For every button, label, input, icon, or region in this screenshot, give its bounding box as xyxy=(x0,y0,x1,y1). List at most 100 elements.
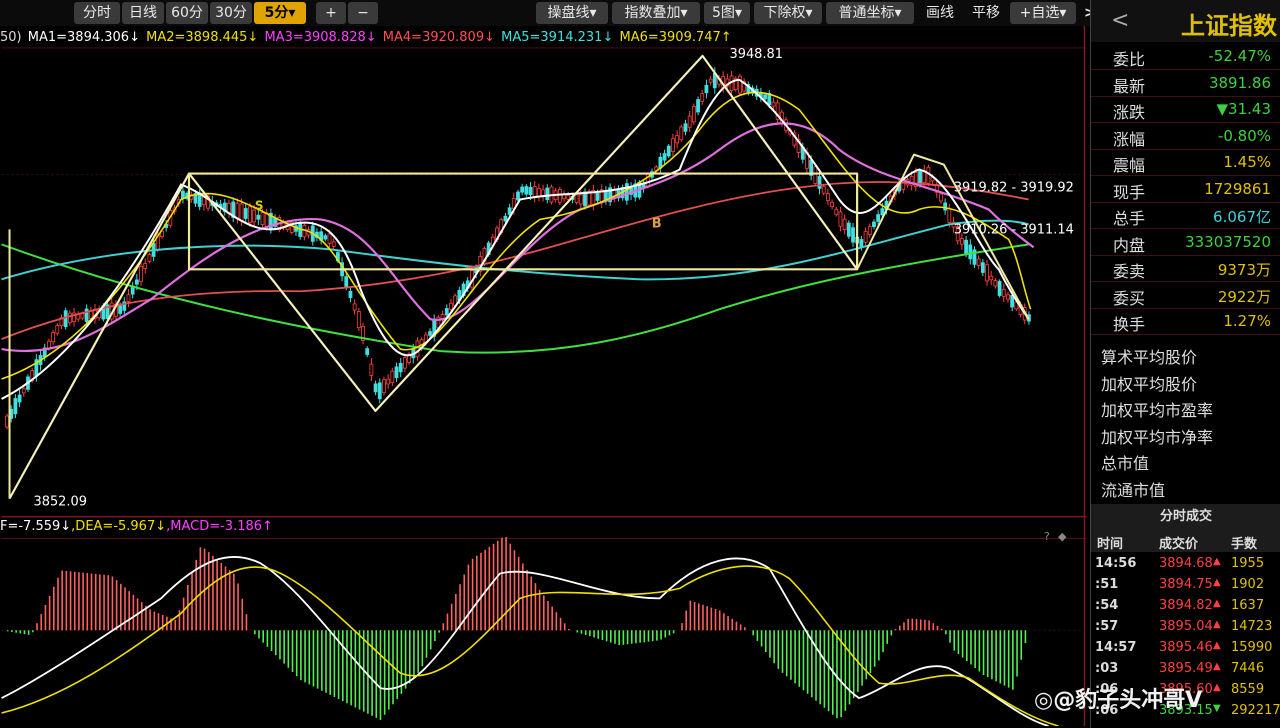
tick-time: 14:57 xyxy=(1095,640,1137,655)
candle-body xyxy=(67,312,72,324)
quote-label: 委买 xyxy=(1113,288,1146,308)
info-item: 总市值 xyxy=(1101,454,1150,473)
quote-label: 委比 xyxy=(1113,50,1146,69)
add-watchlist-label: +自选 xyxy=(1019,5,1060,21)
draw-line-button[interactable]: 画线 xyxy=(918,2,962,24)
tab-intraday[interactable]: 分时 xyxy=(74,2,120,24)
tick-row: :57 3895.04 ▲ 14723 xyxy=(1091,617,1280,638)
tick-row: :54 3894.82 ▲ 1637 xyxy=(1091,596,1280,617)
quote-label: 换手 xyxy=(1113,315,1146,334)
candle-body xyxy=(181,190,185,199)
tick-row: 14:57 3895.46 ▲ 15990 xyxy=(1091,638,1280,659)
candle-body xyxy=(80,313,85,319)
tick-volume: 1902 xyxy=(1231,577,1265,592)
tick-row: :03 3895.49 ▲ 7446 xyxy=(1091,659,1280,680)
candle-body xyxy=(118,305,123,314)
candle-body xyxy=(578,194,583,205)
five-charts-label: 5图 xyxy=(712,5,735,21)
candle-body xyxy=(947,208,952,223)
candle-body xyxy=(989,275,994,281)
candle-body xyxy=(985,264,989,282)
candle-body xyxy=(356,311,361,329)
candle-body xyxy=(867,226,872,235)
macd-dea-line xyxy=(1,565,1059,726)
info-item: 加权平均股价 xyxy=(1101,374,1198,394)
candle-body xyxy=(126,294,131,302)
candle-body xyxy=(398,362,403,373)
ex-rights-button[interactable]: 下除权▾ xyxy=(754,2,822,24)
candle-body xyxy=(1010,294,1015,308)
macd-dif-line xyxy=(1,556,1049,726)
tick-time: :51 xyxy=(1095,577,1119,592)
quote-label: 内盘 xyxy=(1113,235,1146,255)
candle-body xyxy=(1001,288,1006,297)
quote-value: -0.80% xyxy=(1217,126,1271,145)
kline-chart[interactable]: 3948.81 3852.09 3919.82 - 3919.92 3910.2… xyxy=(0,26,1088,726)
candle-body xyxy=(63,310,68,328)
quote-row: 委卖 9373万 xyxy=(1091,256,1280,282)
candle-body xyxy=(851,227,855,243)
macd-help-icon[interactable]: ? xyxy=(1044,530,1050,543)
candle-body xyxy=(771,101,776,107)
candle-body xyxy=(583,191,587,207)
candle-body xyxy=(997,281,1002,296)
candle-body xyxy=(545,187,550,201)
tick-price: 3895.49 xyxy=(1159,661,1213,676)
candle-body xyxy=(537,188,541,197)
candle-body xyxy=(17,394,22,403)
candle-body xyxy=(415,340,420,358)
zoom-in-button[interactable]: + xyxy=(316,2,346,24)
tick-volume: 8559 xyxy=(1231,682,1265,697)
tab-daily[interactable]: 日线 xyxy=(122,2,164,24)
candle-body xyxy=(51,332,55,343)
candle-body xyxy=(327,233,332,244)
candle-body xyxy=(872,221,876,228)
quote-row: 委买 2922万 xyxy=(1091,283,1280,309)
operation-line-button[interactable]: 操盘线▾ xyxy=(536,2,608,24)
box-top-label: 3919.82 - 3919.92 xyxy=(954,181,1074,196)
candle-body xyxy=(143,263,148,269)
tab-5min[interactable]: 5分▾ xyxy=(254,2,306,24)
add-watchlist-button[interactable]: +自选▾ xyxy=(1010,2,1076,24)
quote-row: 涨幅 -0.80% xyxy=(1091,124,1280,150)
pan-button[interactable]: 平移 xyxy=(964,2,1008,24)
tab-60min[interactable]: 60分 xyxy=(166,2,208,24)
zoom-out-button[interactable]: − xyxy=(348,2,378,24)
candle-body xyxy=(846,222,851,237)
pattern-lines xyxy=(8,54,1030,500)
macd-settings-icon[interactable]: ◆ xyxy=(1058,530,1066,543)
tick-col-volume: 手数 xyxy=(1231,537,1258,552)
candle-body xyxy=(738,75,742,94)
candle-body xyxy=(403,357,407,369)
high-price-label: 3948.81 xyxy=(729,47,783,62)
candle-body xyxy=(503,215,508,222)
index-overlay-label: 指数叠加 xyxy=(624,5,681,21)
candle-body xyxy=(859,239,864,248)
candle-body xyxy=(943,202,948,211)
tick-arrow: ▲ xyxy=(1213,577,1221,588)
tick-volume: 15990 xyxy=(1231,640,1273,655)
candle-body xyxy=(918,171,922,186)
info-item: 加权平均市净率 xyxy=(1101,427,1214,447)
coordinate-button[interactable]: 普通坐标▾ xyxy=(826,2,914,24)
candle-body xyxy=(830,201,834,208)
quote-value: 6.067亿 xyxy=(1213,208,1271,226)
candle-body xyxy=(876,214,881,222)
dea-label: ,DEA=-5.967↓ xyxy=(71,519,167,534)
tab-5min-label: 5分 xyxy=(264,5,289,21)
five-charts-button[interactable]: 5图▾ xyxy=(704,2,750,24)
tick-col-price: 成交价 xyxy=(1159,537,1199,552)
back-icon[interactable]: < xyxy=(1111,8,1129,33)
tick-arrow: ▲ xyxy=(1213,661,1221,672)
index-overlay-button[interactable]: 指数叠加▾ xyxy=(612,2,700,24)
chart-toolbar: 分时 日线 60分 30分 5分▾ + − 操盘线▾ 指数叠加▾ 5图▾ 下除权… xyxy=(0,0,1280,26)
candle-body xyxy=(55,325,60,334)
tick-price: 3895.04 xyxy=(1159,619,1213,634)
index-name: 上证指数 xyxy=(1181,12,1277,40)
tick-arrow: ▲ xyxy=(1213,598,1221,609)
candle-body xyxy=(604,190,608,200)
tab-30min[interactable]: 30分 xyxy=(210,2,252,24)
candle-body xyxy=(386,378,391,385)
candle-body xyxy=(700,93,705,102)
quote-panel-header: < 上证指数 xyxy=(1091,0,1280,42)
